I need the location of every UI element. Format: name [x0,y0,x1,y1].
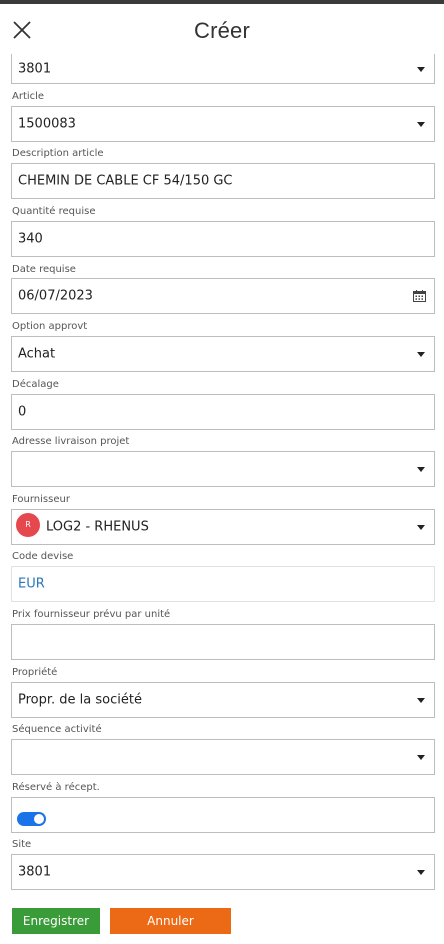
site-top-select[interactable]: 3801 [11,54,435,84]
offset-value: 0 [18,404,27,420]
offset-label: Décalage [12,379,59,390]
page-title: Créer [193,18,250,43]
supply-option-select[interactable]: Achat [11,336,435,372]
supplier-select[interactable]: R LOG2 - RHENUS [11,509,435,545]
quantity-field[interactable]: 340 [11,221,435,257]
cancel-new-button[interactable]: Annuler nouveau [110,908,231,944]
currency-label: Code devise [12,551,74,562]
description-label: Description article [12,148,104,159]
ownership-select[interactable]: Propr. de la société [11,682,435,718]
chevron-down-icon [417,352,425,357]
quantity-label: Quantité requise [12,206,96,217]
description-value: CHEMIN DE CABLE CF 54/150 GC [18,173,233,189]
site-value: 3801 [18,864,52,880]
offset-field[interactable]: 0 [11,394,435,430]
ownership-label: Propriété [12,667,58,678]
article-select[interactable]: 1500083 [11,106,435,142]
activity-sequence-select[interactable] [11,739,435,775]
supply-option-label: Option approvt [12,321,88,332]
currency-value[interactable]: EUR [18,577,45,592]
date-label: Date requise [12,264,76,275]
reserve-on-receipt-label: Réservé à récept. [12,782,100,793]
site-top-value: 3801 [18,61,52,76]
chevron-down-icon [417,755,425,760]
reserve-on-receipt-toggle[interactable] [17,812,46,826]
chevron-down-icon [417,698,425,703]
site-label: Site [12,839,32,850]
save-button[interactable]: Enregistrer [12,908,100,934]
chevron-down-icon [417,122,425,127]
toggle-knob [34,814,44,824]
ownership-value: Propr. de la société [18,692,142,708]
activity-sequence-label: Séquence activité [12,724,102,735]
calendar-icon[interactable] [413,290,426,302]
quantity-value: 340 [18,231,43,247]
article-label: Article [12,91,45,102]
date-field[interactable]: 06/07/2023 [11,278,435,314]
project-address-label: Adresse livraison projet [12,436,130,447]
chevron-down-icon [417,870,425,875]
unit-price-field[interactable] [11,624,435,660]
unit-price-label: Prix fournisseur prévu par unité [12,609,171,620]
chevron-down-icon [417,66,425,72]
chevron-down-icon [417,467,425,472]
chevron-down-icon [417,525,425,530]
supplier-avatar: R [16,513,40,537]
supply-option-value: Achat [18,346,56,362]
article-value: 1500083 [18,116,76,132]
currency-field[interactable]: EUR [11,566,435,602]
site-select[interactable]: 3801 [11,854,435,890]
project-address-select[interactable] [11,451,435,487]
supplier-label: Fournisseur [12,494,70,505]
supplier-value: LOG2 - RHENUS [46,519,149,535]
date-value: 06/07/2023 [18,288,93,304]
page-header: Créer [0,4,444,54]
reserve-on-receipt-container [11,797,435,833]
description-field[interactable]: CHEMIN DE CABLE CF 54/150 GC [11,163,435,199]
